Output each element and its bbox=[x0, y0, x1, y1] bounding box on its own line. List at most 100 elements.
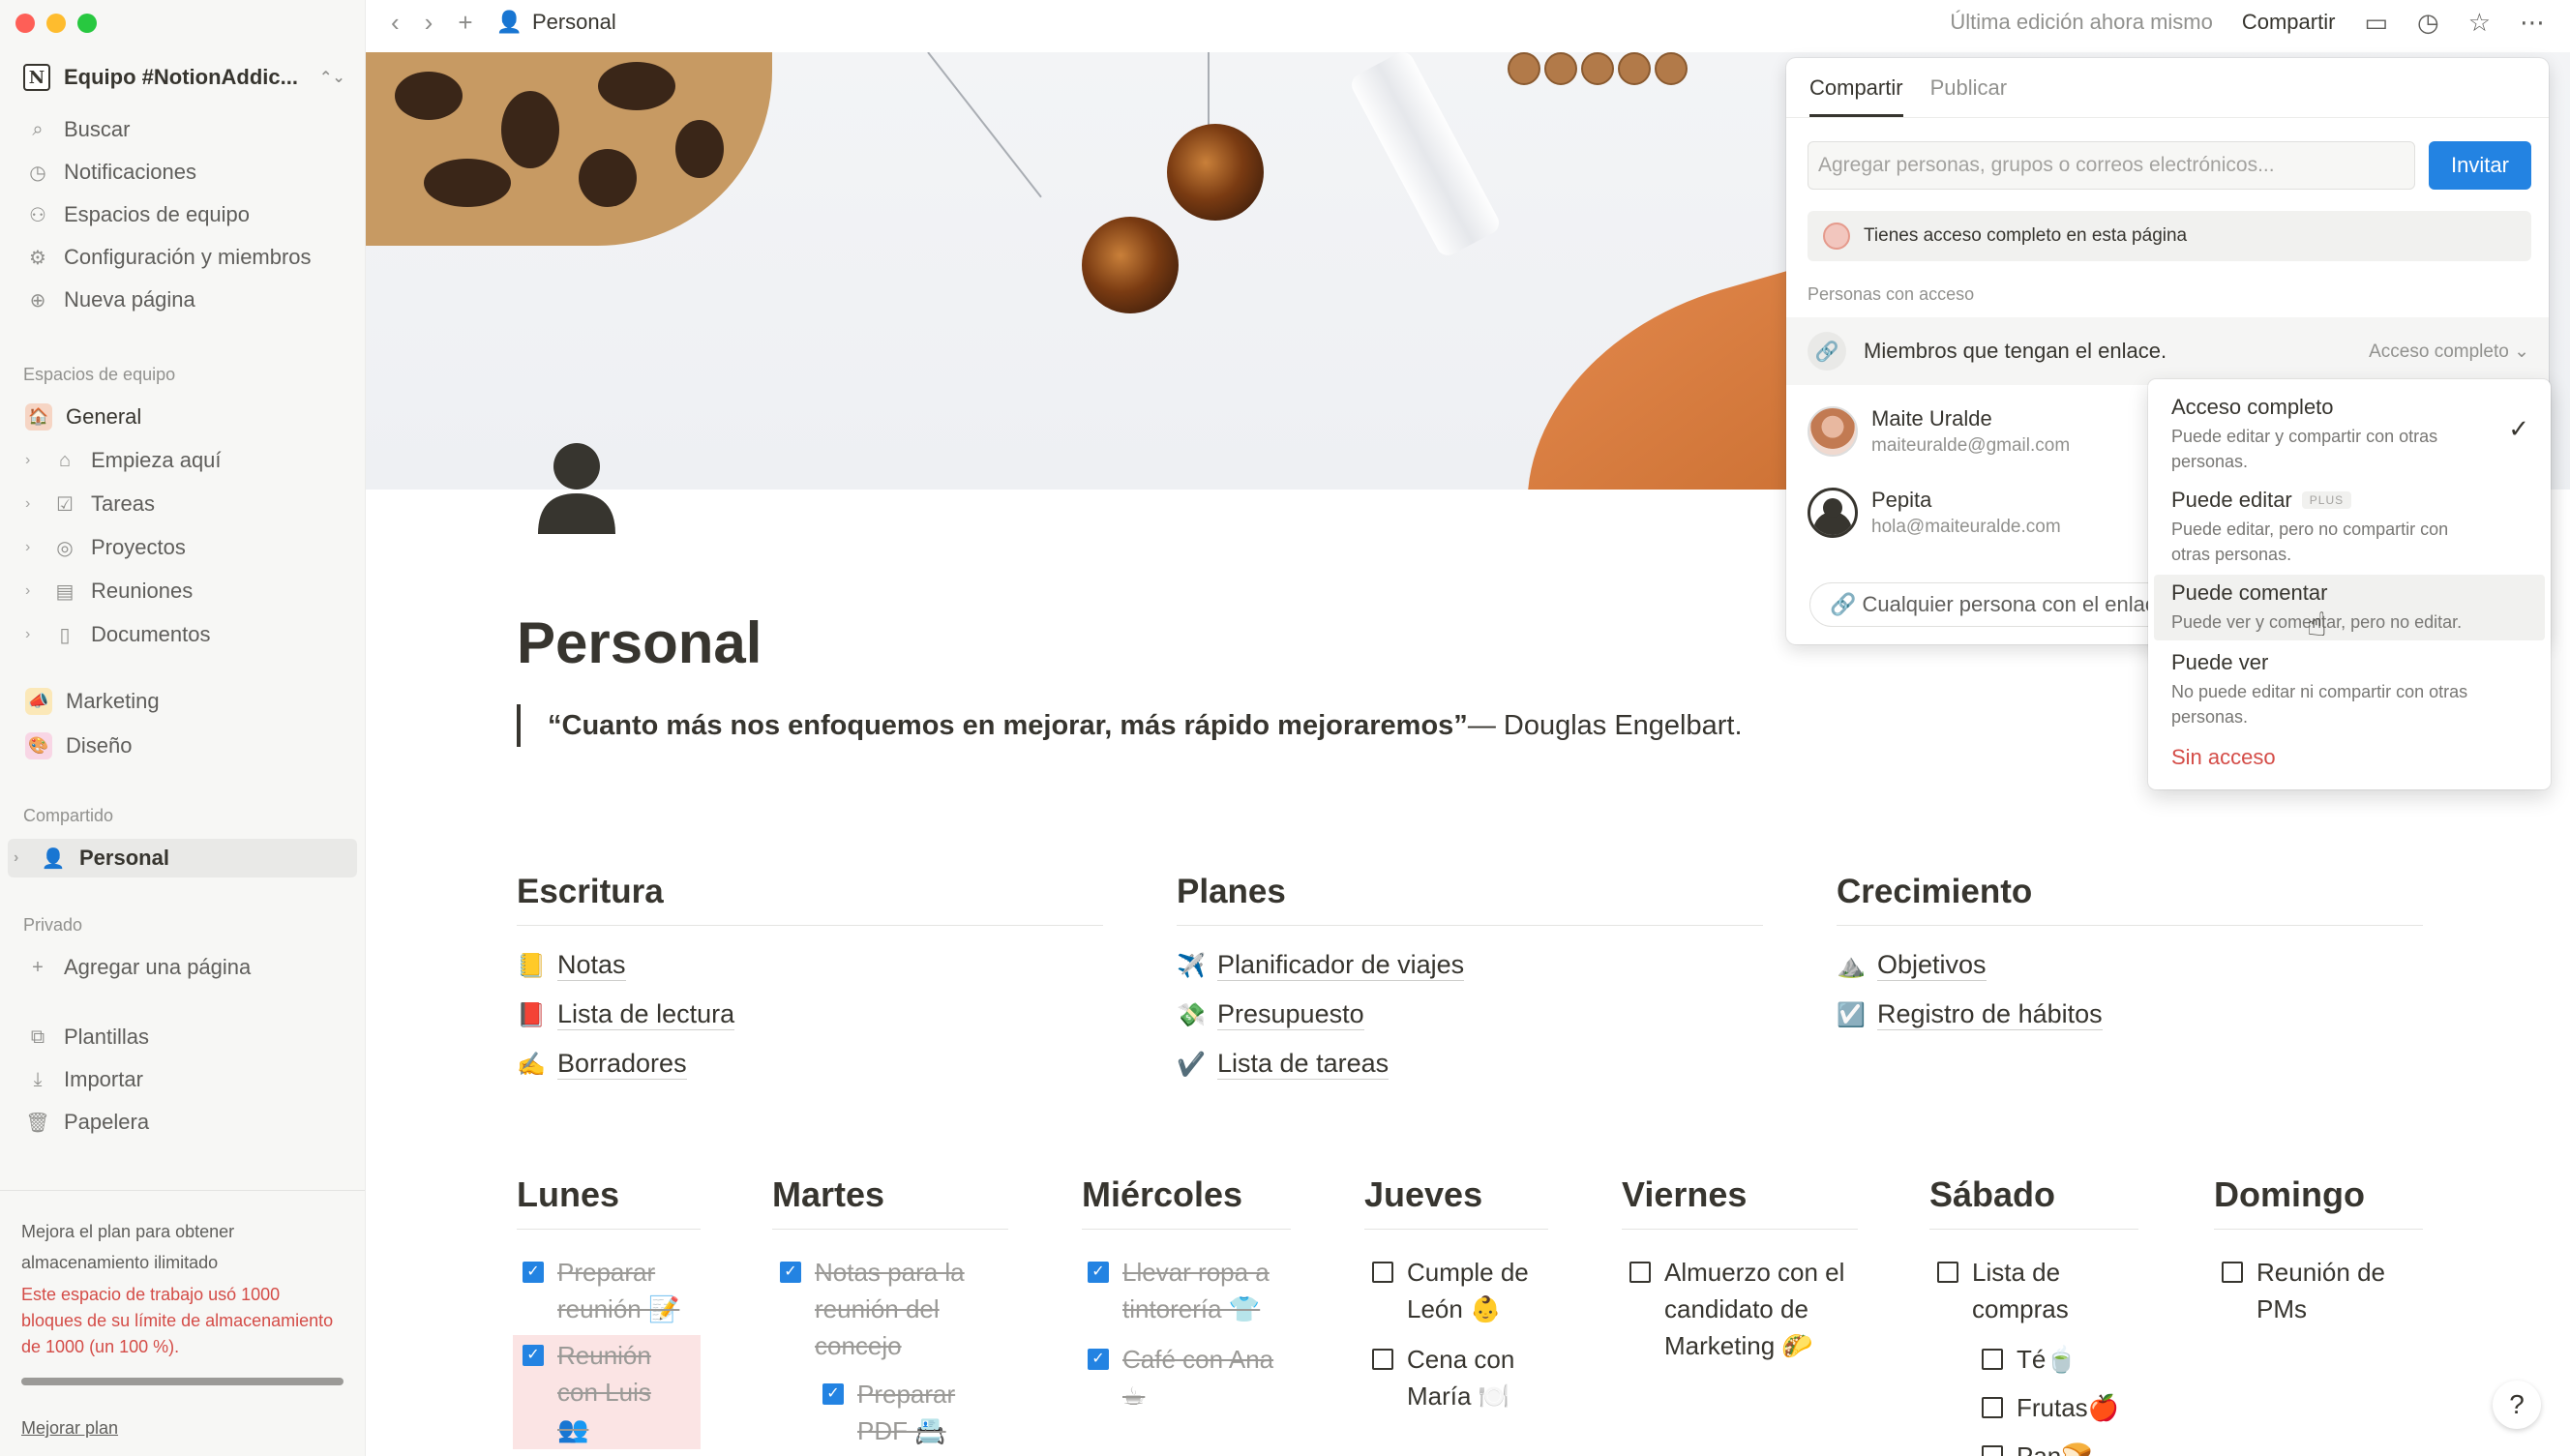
todo-item[interactable]: Pan🍞 bbox=[1982, 1438, 2137, 1456]
todo-item[interactable]: Lista de compras bbox=[1937, 1254, 2131, 1327]
heading-domingo[interactable]: Domingo bbox=[2214, 1174, 2423, 1230]
todo-item[interactable]: Frutas🍎 bbox=[1982, 1389, 2137, 1426]
zoom-window-button[interactable] bbox=[77, 14, 97, 33]
invite-input[interactable]: Agregar personas, grupos o correos elect… bbox=[1808, 141, 2415, 190]
tab-publicar[interactable]: Publicar bbox=[1930, 75, 2007, 117]
checkbox[interactable] bbox=[1629, 1262, 1651, 1283]
checkbox[interactable]: ✓ bbox=[523, 1262, 544, 1283]
link-habitos[interactable]: ☑️ Registro de hábitos bbox=[1837, 999, 2103, 1030]
tab-compartir[interactable]: Compartir bbox=[1809, 75, 1903, 117]
star-icon[interactable]: ☆ bbox=[2468, 8, 2491, 38]
sidebar-item-settings[interactable]: ⚙ Configuración y miembros bbox=[19, 238, 357, 277]
link-lista-lectura[interactable]: 📕 Lista de lectura bbox=[517, 999, 735, 1030]
history-icon[interactable]: ◷ bbox=[2417, 8, 2439, 38]
access-level-select[interactable]: Acceso completo ⌄ bbox=[2369, 341, 2529, 363]
chevron-right-icon[interactable]: › bbox=[25, 626, 39, 643]
sidebar-item-marketing[interactable]: 📣 Marketing bbox=[19, 682, 357, 721]
help-button[interactable]: ? bbox=[2493, 1381, 2541, 1429]
option-no-access[interactable]: Sin acceso bbox=[2171, 745, 2276, 770]
todo-item[interactable]: ✓ Notas para la reunión del concejo bbox=[780, 1254, 993, 1364]
sidebar-item-proyectos[interactable]: › ◎ Proyectos bbox=[19, 528, 357, 567]
checkbox[interactable] bbox=[1982, 1397, 2003, 1418]
link-members-row[interactable]: 🔗 Miembros que tengan el enlace. Acceso … bbox=[1786, 317, 2549, 385]
option-full-access[interactable]: Acceso completo Puede editar y compartir… bbox=[2154, 389, 2545, 480]
close-window-button[interactable] bbox=[15, 14, 35, 33]
sidebar-item-reuniones[interactable]: › ▤ Reuniones bbox=[19, 572, 357, 610]
todo-item[interactable]: ✓ Café con Ana ☕ bbox=[1088, 1341, 1291, 1414]
page-person-icon[interactable] bbox=[530, 437, 623, 544]
heading-crecimiento[interactable]: Crecimiento bbox=[1837, 873, 2423, 926]
sidebar-item-notifications[interactable]: ◷ Notificaciones bbox=[19, 153, 357, 192]
link-objetivos[interactable]: ⛰️ Objetivos bbox=[1837, 950, 1987, 981]
sidebar-item-tareas[interactable]: › ☑ Tareas bbox=[19, 485, 357, 523]
heading-sabado[interactable]: Sábado bbox=[1929, 1174, 2138, 1230]
checkbox[interactable] bbox=[1372, 1262, 1393, 1283]
sidebar-item-templates[interactable]: ⧉ Plantillas bbox=[19, 1018, 357, 1056]
comment-icon[interactable]: ▭ bbox=[2364, 8, 2388, 38]
checkbox[interactable] bbox=[2222, 1262, 2243, 1283]
checkbox[interactable]: ✓ bbox=[822, 1383, 844, 1405]
option-can-comment[interactable]: Puede comentar Puede ver y comentar, per… bbox=[2154, 575, 2545, 640]
heading-jueves[interactable]: Jueves bbox=[1364, 1174, 1548, 1230]
checkbox[interactable]: ✓ bbox=[1088, 1349, 1109, 1370]
link-presupuesto[interactable]: 💸 Presupuesto bbox=[1177, 999, 1364, 1030]
checkbox[interactable] bbox=[1372, 1349, 1393, 1370]
todo-item[interactable]: ✓ Preparar PDF 📇 bbox=[822, 1376, 997, 1449]
add-page-button[interactable]: + Agregar una página bbox=[19, 948, 357, 987]
chevron-right-icon[interactable]: › bbox=[25, 582, 39, 600]
checkbox[interactable]: ✓ bbox=[523, 1345, 544, 1366]
checkbox[interactable]: ✓ bbox=[1088, 1262, 1109, 1283]
checkbox[interactable]: ✓ bbox=[780, 1262, 801, 1283]
heading-martes[interactable]: Martes bbox=[772, 1174, 1008, 1230]
todo-item[interactable]: Cena con María 🍽️ bbox=[1372, 1341, 1546, 1414]
chevron-right-icon[interactable]: › bbox=[25, 495, 39, 513]
checkbox[interactable] bbox=[1982, 1349, 2003, 1370]
sidebar-item-personal[interactable]: › 👤 Personal bbox=[8, 839, 357, 877]
heading-viernes[interactable]: Viernes bbox=[1622, 1174, 1858, 1230]
workspace-switcher[interactable]: N Equipo #NotionAddic... ⌃⌄ bbox=[23, 64, 345, 91]
option-can-edit[interactable]: Puede editar PLUS Puede editar, pero no c… bbox=[2154, 482, 2545, 573]
checkbox[interactable] bbox=[1982, 1445, 2003, 1456]
chevron-right-icon[interactable]: › bbox=[14, 849, 27, 867]
plus-icon[interactable]: + bbox=[458, 8, 472, 38]
page-quote[interactable]: “Cuanto más nos enfoquemos en mejorar, m… bbox=[517, 704, 1743, 747]
sidebar-item-empieza[interactable]: › ⌂ Empieza aquí bbox=[19, 441, 357, 480]
sidebar-item-teamspaces[interactable]: ⚇ Espacios de equipo bbox=[19, 195, 357, 234]
sidebar-item-search[interactable]: ⌕ Buscar bbox=[19, 110, 357, 149]
option-can-view[interactable]: Puede ver No puede editar ni compartir c… bbox=[2154, 644, 2545, 735]
sidebar-item-general[interactable]: 🏠 General bbox=[19, 398, 357, 436]
person-row[interactable]: Maite Uralde maiteuralde@gmail.com bbox=[1808, 406, 2070, 457]
link-planificador[interactable]: ✈️ Planificador de viajes bbox=[1177, 950, 1465, 981]
link-borradores[interactable]: ✍️ Borradores bbox=[517, 1049, 687, 1080]
chevron-right-icon[interactable]: › bbox=[25, 452, 39, 469]
heading-lunes[interactable]: Lunes bbox=[517, 1174, 701, 1230]
sidebar-item-trash[interactable]: 🗑 Papelera bbox=[19, 1103, 357, 1142]
todo-item[interactable]: Almuerzo con el candidato de Marketing 🌮 bbox=[1629, 1254, 1862, 1364]
breadcrumb[interactable]: 👤 Personal bbox=[496, 10, 616, 35]
link-notas[interactable]: 📒 Notas bbox=[517, 950, 626, 981]
forward-arrow-icon[interactable]: › bbox=[425, 8, 433, 38]
invite-button[interactable]: Invitar bbox=[2429, 141, 2531, 190]
back-arrow-icon[interactable]: ‹ bbox=[391, 8, 400, 38]
person-row[interactable]: Pepita hola@maiteuralde.com bbox=[1808, 488, 2061, 538]
heading-escritura[interactable]: Escritura bbox=[517, 873, 1103, 926]
sidebar-item-new-page[interactable]: ⊕ Nueva página bbox=[19, 281, 357, 319]
checkbox[interactable] bbox=[1937, 1262, 1958, 1283]
upgrade-plan-link[interactable]: Mejorar plan bbox=[21, 1412, 344, 1443]
minimize-window-button[interactable] bbox=[46, 14, 66, 33]
heading-miercoles[interactable]: Miércoles bbox=[1082, 1174, 1291, 1230]
todo-item[interactable]: ✓ Llevar ropa a tintorería 👕 bbox=[1088, 1254, 1291, 1327]
sidebar-item-import[interactable]: ⤓ Importar bbox=[19, 1060, 357, 1099]
anyone-link-button[interactable]: 🔗 Cualquier persona con el enlace bbox=[1809, 582, 2177, 627]
more-icon[interactable]: ⋯ bbox=[2520, 8, 2545, 38]
todo-item[interactable]: Té🍵 bbox=[1982, 1341, 2137, 1378]
todo-item[interactable]: Reunión de PMs bbox=[2222, 1254, 2415, 1327]
todo-item[interactable]: Cumple de León 👶 bbox=[1372, 1254, 1546, 1327]
sidebar-item-documentos[interactable]: › ▯ Documentos bbox=[19, 615, 357, 654]
share-button[interactable]: Compartir bbox=[2242, 10, 2336, 35]
page-title[interactable]: Personal bbox=[517, 609, 762, 676]
todo-item[interactable]: ✓ Reunión con Luis 👥 bbox=[513, 1335, 701, 1449]
chevron-right-icon[interactable]: › bbox=[25, 539, 39, 556]
heading-planes[interactable]: Planes bbox=[1177, 873, 1763, 926]
todo-item[interactable]: ✓ Preparar reunión 📝 bbox=[523, 1254, 697, 1327]
